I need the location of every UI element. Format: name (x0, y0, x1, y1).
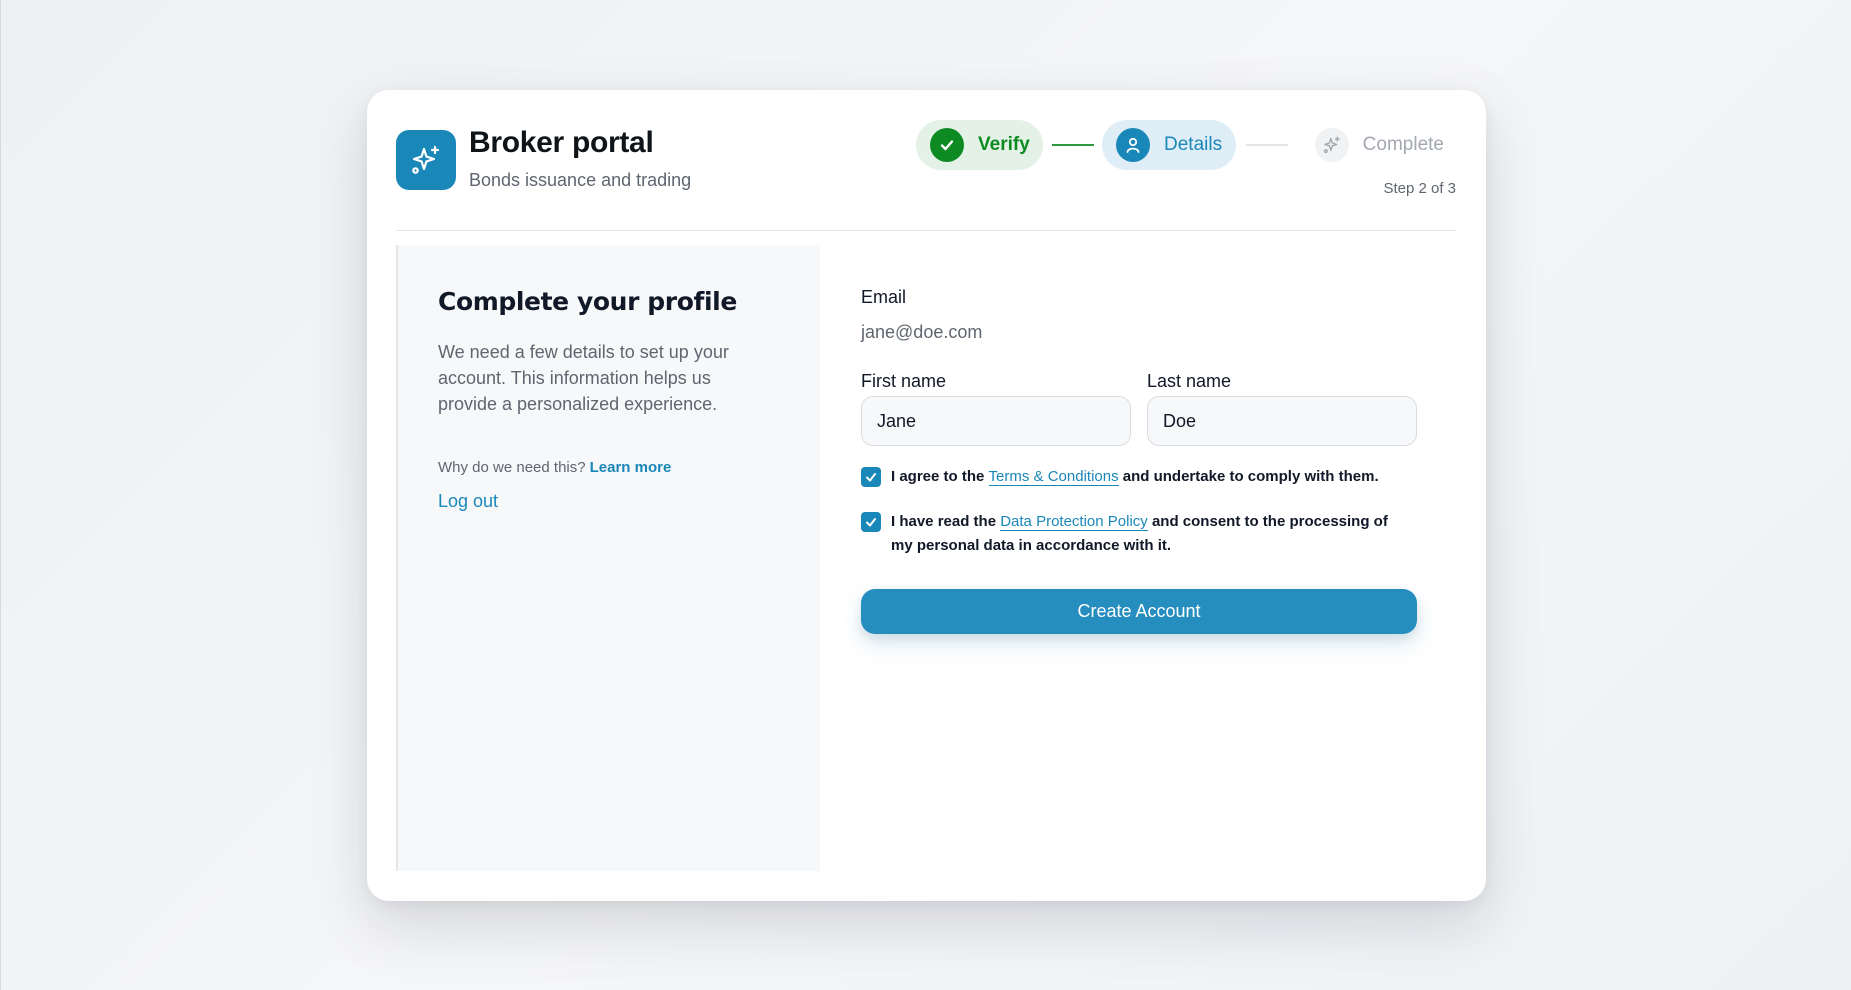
signup-card: Broker portal Bonds issuance and trading… (367, 90, 1486, 901)
first-name-input[interactable] (861, 396, 1131, 446)
create-account-button[interactable]: Create Account (861, 589, 1417, 634)
why-label: Why do we need this? (438, 459, 586, 476)
email-label: Email (861, 287, 907, 307)
check-icon (866, 518, 876, 527)
logout-link[interactable]: Log out (438, 491, 498, 512)
terms-text: I agree to the Terms & Conditions and un… (891, 465, 1411, 489)
info-sidebar: Complete your profile We need a few deta… (396, 245, 820, 871)
app-logo (396, 130, 456, 190)
sidebar-title: Complete your profile (438, 287, 737, 316)
privacy-link[interactable]: Data Protection Policy (1000, 513, 1148, 531)
step-label: Complete (1362, 134, 1444, 155)
learn-more-link[interactable]: Learn more (590, 459, 672, 476)
header-divider (396, 230, 1457, 231)
step-verify[interactable]: Verify (916, 120, 1043, 170)
step-connector (1052, 144, 1094, 146)
terms-suffix: and undertake to comply with them. (1122, 468, 1379, 485)
privacy-row: I have read the Data Protection Policy a… (861, 512, 1417, 558)
privacy-prefix: I have read the (891, 513, 997, 530)
check-icon (930, 128, 964, 162)
step-complete[interactable]: Complete (1214, 120, 1457, 170)
terms-row: I agree to the Terms & Conditions and un… (861, 467, 1417, 489)
step-counter: Step 2 of 3 (1383, 180, 1456, 197)
last-name-label: Last name (1147, 371, 1232, 391)
why-text: Why do we need this? Learn more (438, 459, 671, 476)
privacy-checkbox[interactable] (861, 512, 881, 532)
check-icon (866, 473, 876, 482)
sparkles-icon (1314, 128, 1349, 162)
progress-stepper: Verify Details Complete (916, 120, 1457, 170)
sidebar-description: We need a few details to set up your acc… (438, 342, 729, 414)
app-subtitle: Bonds issuance and trading (469, 170, 692, 190)
terms-link[interactable]: Terms & Conditions (988, 468, 1119, 486)
sparkles-icon (412, 145, 440, 174)
app-title: Broker portal (469, 126, 654, 159)
user-icon (1116, 128, 1150, 162)
email-value: jane@doe.com (861, 322, 983, 342)
privacy-text: I have read the Data Protection Policy a… (891, 510, 1411, 558)
step-label: Verify (978, 134, 1030, 155)
last-name-input[interactable] (1147, 396, 1417, 446)
terms-prefix: I agree to the (891, 468, 985, 485)
window-edge (0, 0, 1, 990)
terms-checkbox[interactable] (861, 467, 881, 487)
first-name-label: First name (861, 371, 947, 391)
